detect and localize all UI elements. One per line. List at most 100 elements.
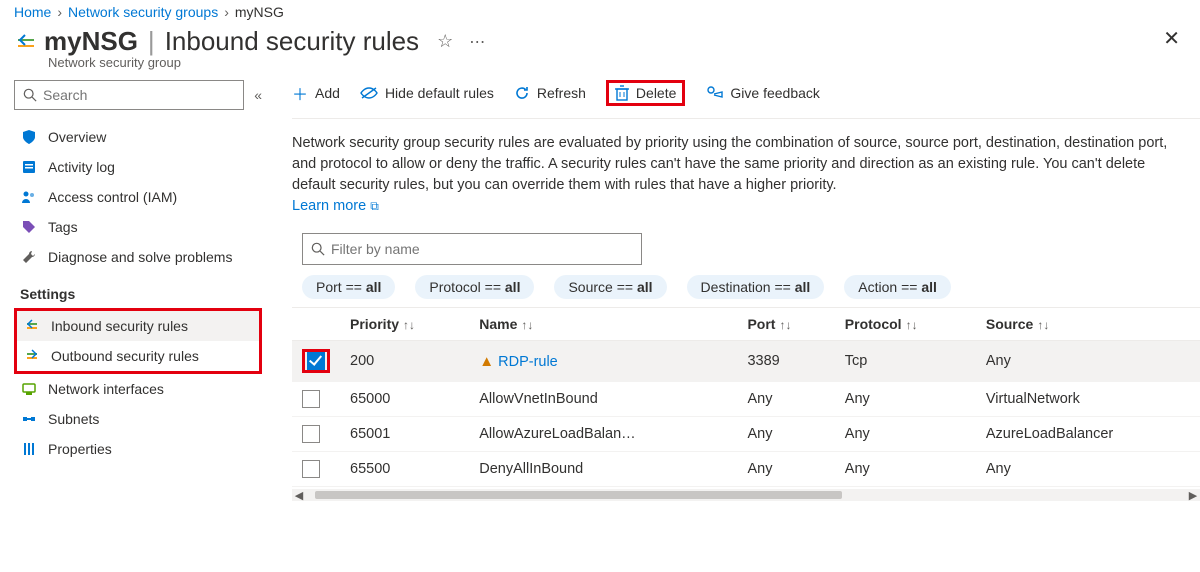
cell-source: Any (976, 341, 1200, 382)
resource-type-label: Network security group (0, 55, 1200, 70)
sidebar-item-outbound-rules[interactable]: Outbound security rules (17, 341, 259, 371)
crumb-current: myNSG (235, 4, 284, 20)
external-link-icon: ⧉ (370, 199, 379, 213)
table-row[interactable]: 200▲RDP-rule3389TcpAny (292, 341, 1200, 382)
filter-input[interactable] (331, 241, 633, 257)
sidebar-item-properties[interactable]: Properties (14, 434, 262, 464)
chevron-right-icon: › (57, 4, 62, 20)
cell-source: Any (976, 452, 1200, 487)
give-feedback-button[interactable]: Give feedback (705, 85, 820, 101)
more-menu-icon[interactable]: ⋯ (469, 32, 486, 52)
sidebar-item-nics[interactable]: Network interfaces (14, 374, 262, 404)
sidebar-item-label: Activity log (48, 159, 115, 175)
sort-icon: ↑↓ (1037, 318, 1049, 332)
cell-priority: 200 (340, 341, 469, 382)
collapse-sidebar-icon[interactable]: « (254, 87, 262, 103)
sidebar-item-label: Overview (48, 129, 106, 145)
hide-default-rules-button[interactable]: Hide default rules (360, 85, 494, 101)
sidebar-item-label: Outbound security rules (51, 348, 199, 364)
row-checkbox[interactable] (302, 460, 320, 478)
sidebar-item-overview[interactable]: Overview (14, 122, 262, 152)
crumb-home[interactable]: Home (14, 4, 51, 20)
sidebar-item-label: Network interfaces (48, 381, 164, 397)
warning-icon: ▲ (479, 353, 494, 370)
cell-port: Any (737, 417, 834, 452)
close-icon[interactable]: ✕ (1163, 26, 1186, 51)
sidebar-item-tags[interactable]: Tags (14, 212, 262, 242)
cell-source: AzureLoadBalancer (976, 417, 1200, 452)
plus-icon: ＋ (292, 81, 308, 105)
page-title: Inbound security rules (165, 26, 419, 57)
properties-icon (20, 441, 38, 457)
cell-port: 3389 (737, 341, 834, 382)
crumb-nsg-list[interactable]: Network security groups (68, 4, 218, 20)
shield-icon (20, 129, 38, 145)
row-checkbox[interactable] (302, 425, 320, 443)
sidebar-search[interactable] (14, 80, 244, 110)
filter-pills: Port == all Protocol == all Source == al… (292, 275, 1200, 307)
col-priority[interactable]: Priority↑↓ (340, 308, 469, 341)
row-checkbox[interactable] (302, 390, 320, 408)
sidebar-item-label: Diagnose and solve problems (48, 249, 232, 265)
cell-source: VirtualNetwork (976, 382, 1200, 417)
toolbar-label: Add (315, 85, 340, 101)
breadcrumb: Home › Network security groups › myNSG (0, 0, 1200, 20)
toolbar-label: Hide default rules (385, 85, 494, 101)
chevron-right-icon: › (224, 4, 229, 20)
col-name[interactable]: Name↑↓ (469, 308, 737, 341)
filter-pill-protocol[interactable]: Protocol == all (415, 275, 534, 299)
col-protocol[interactable]: Protocol↑↓ (835, 308, 976, 341)
people-icon (20, 189, 38, 205)
subnet-icon (20, 411, 38, 427)
cell-protocol: Any (835, 382, 976, 417)
cell-priority: 65001 (340, 417, 469, 452)
table-row[interactable]: 65500DenyAllInBoundAnyAnyAny (292, 452, 1200, 487)
resource-name: myNSG (44, 26, 138, 57)
add-button[interactable]: ＋ Add (292, 81, 340, 105)
filter-pill-source[interactable]: Source == all (554, 275, 666, 299)
filter-pill-action[interactable]: Action == all (844, 275, 951, 299)
learn-more-link[interactable]: Learn more ⧉ (292, 198, 379, 214)
refresh-button[interactable]: Refresh (514, 85, 586, 101)
filter-pill-port[interactable]: Port == all (302, 275, 395, 299)
scroll-thumb[interactable] (315, 491, 842, 499)
table-row[interactable]: 65000AllowVnetInBoundAnyAnyVirtualNetwor… (292, 382, 1200, 417)
sidebar-item-diagnose[interactable]: Diagnose and solve problems (14, 242, 262, 272)
toolbar: ＋ Add Hide default rules Refresh Delete … (292, 70, 1200, 119)
sidebar-item-inbound-rules[interactable]: Inbound security rules (17, 311, 259, 341)
filter-by-name[interactable] (302, 233, 642, 265)
sort-icon: ↑↓ (403, 318, 415, 332)
table-row[interactable]: 65001AllowAzureLoadBalan…AnyAnyAzureLoad… (292, 417, 1200, 452)
filter-pill-destination[interactable]: Destination == all (687, 275, 825, 299)
cell-protocol: Tcp (835, 341, 976, 382)
cell-name: AllowVnetInBound (469, 382, 737, 417)
toolbar-label: Refresh (537, 85, 586, 101)
scroll-right-icon[interactable]: ▶ (1186, 489, 1200, 502)
cell-name[interactable]: ▲RDP-rule (469, 341, 737, 382)
col-port[interactable]: Port↑↓ (737, 308, 834, 341)
sidebar-section-settings: Settings (14, 272, 262, 308)
search-icon (23, 88, 37, 102)
cell-port: Any (737, 452, 834, 487)
delete-button[interactable]: Delete (615, 85, 676, 101)
horizontal-scrollbar[interactable]: ◀ ▶ (292, 489, 1200, 501)
rules-table: Priority↑↓ Name↑↓ Port↑↓ Protocol↑↓ Sour… (292, 307, 1200, 487)
sidebar-item-label: Inbound security rules (51, 318, 188, 334)
row-checkbox[interactable] (307, 352, 325, 370)
sidebar-search-input[interactable] (43, 87, 235, 103)
scroll-left-icon[interactable]: ◀ (292, 489, 306, 502)
sidebar-item-subnets[interactable]: Subnets (14, 404, 262, 434)
refresh-icon (514, 85, 530, 101)
main-panel: ＋ Add Hide default rules Refresh Delete … (262, 70, 1200, 554)
sidebar-item-activity-log[interactable]: Activity log (14, 152, 262, 182)
cell-priority: 65500 (340, 452, 469, 487)
tag-icon (20, 219, 38, 235)
trash-icon (615, 85, 629, 101)
sidebar-item-iam[interactable]: Access control (IAM) (14, 182, 262, 212)
col-source[interactable]: Source↑↓ (976, 308, 1200, 341)
favorite-star-icon[interactable]: ☆ (437, 31, 453, 52)
log-icon (20, 159, 38, 175)
sort-icon: ↑↓ (521, 318, 533, 332)
eye-off-icon (360, 86, 378, 100)
sidebar-item-label: Access control (IAM) (48, 189, 177, 205)
